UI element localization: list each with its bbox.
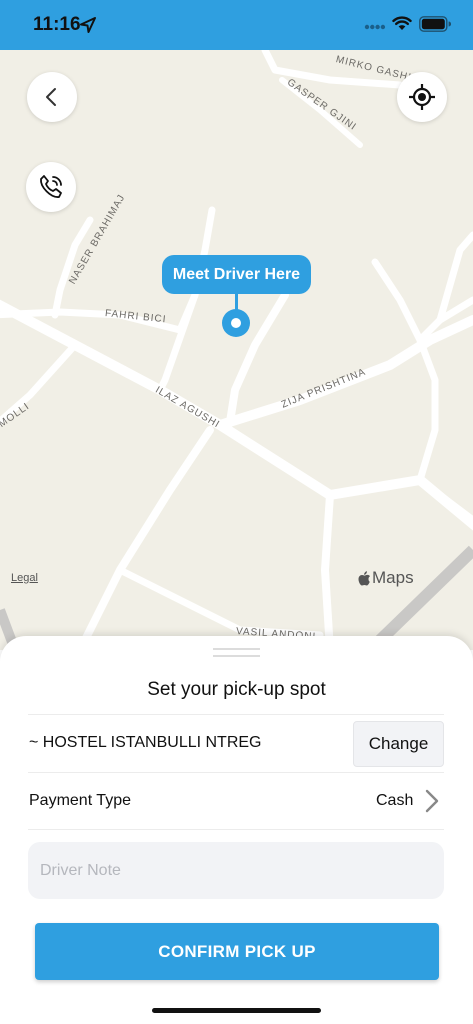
payment-value[interactable]: Cash — [376, 792, 413, 810]
sheet-grabber[interactable] — [213, 648, 260, 657]
legal-link[interactable]: Legal — [11, 572, 38, 584]
change-address-button[interactable]: Change — [353, 721, 444, 767]
maps-brand-text: Maps — [372, 568, 414, 587]
battery-icon — [419, 16, 451, 32]
call-driver-button[interactable] — [26, 162, 76, 212]
locate-me-button[interactable] — [397, 72, 447, 122]
pin-center — [231, 318, 241, 328]
pickup-address: ~ HOSTEL ISTANBULLI NTREG — [29, 734, 262, 751]
status-bar: 11:16 — [0, 0, 473, 50]
apple-maps-logo: Maps — [358, 568, 414, 588]
home-indicator — [152, 1008, 321, 1013]
wifi-icon — [392, 16, 412, 30]
crosshair-icon — [409, 84, 435, 110]
divider — [28, 714, 444, 715]
apple-icon — [358, 570, 370, 585]
signal-dots-icon — [364, 24, 386, 30]
map-roads — [0, 50, 473, 650]
pickup-pin-icon[interactable] — [222, 309, 250, 337]
divider — [28, 772, 444, 773]
sheet-title: Set your pick-up spot — [147, 679, 326, 700]
chevron-right-icon[interactable] — [424, 788, 440, 814]
phone-call-icon — [40, 175, 62, 198]
meet-driver-bubble: Meet Driver Here — [162, 255, 311, 294]
status-time: 11:16 — [33, 14, 81, 35]
pickup-sheet: Set your pick-up spot ~ HOSTEL ISTANBULL… — [0, 636, 473, 1024]
map-view[interactable]: MIRKO GASHI GASPER GJINI NASER BRAHIMAJ … — [0, 50, 473, 650]
location-arrow-icon — [80, 17, 96, 33]
driver-note-input[interactable] — [28, 842, 444, 899]
confirm-pickup-button[interactable]: CONFIRM PICK UP — [35, 923, 439, 980]
back-icon — [46, 88, 56, 106]
back-button[interactable] — [27, 72, 77, 122]
payment-type-label: Payment Type — [29, 792, 131, 809]
divider — [28, 829, 444, 830]
